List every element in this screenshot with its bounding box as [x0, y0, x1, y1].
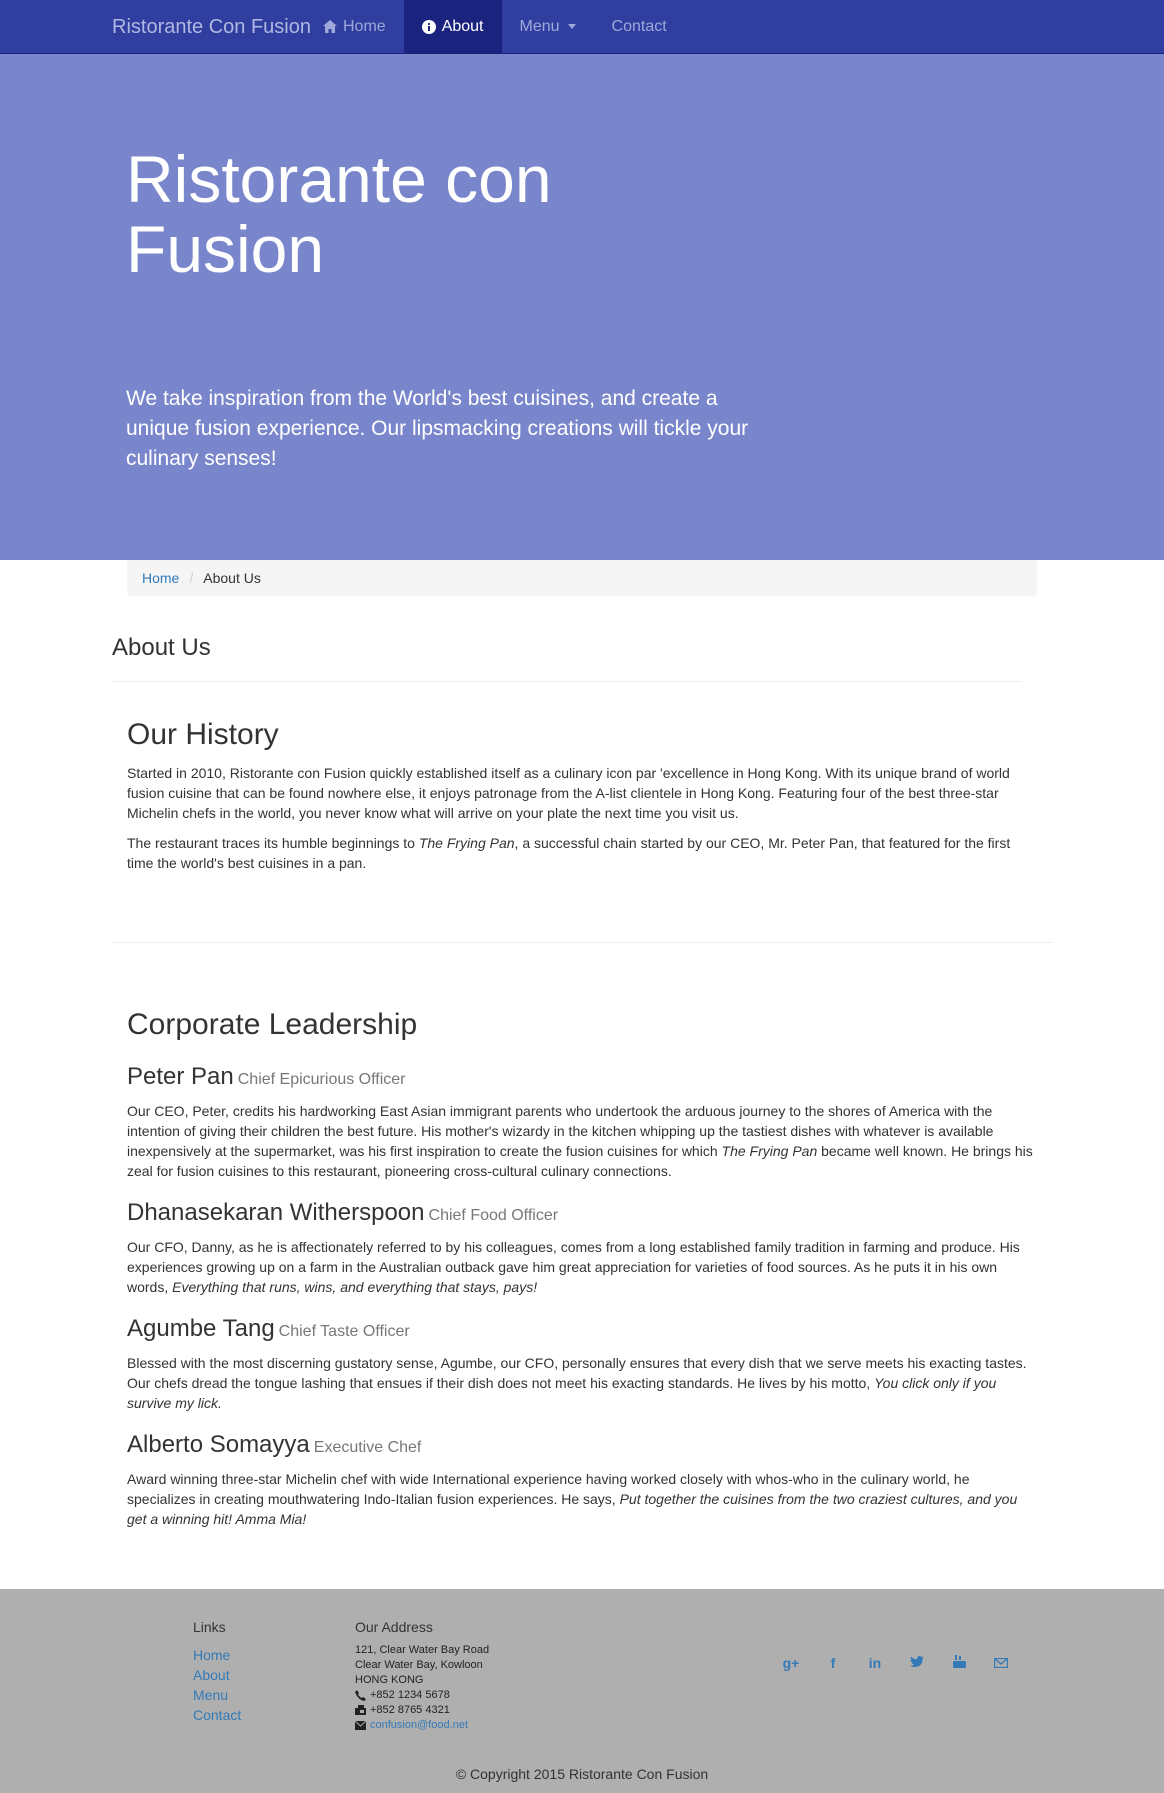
fax-number: +852 8765 4321 [370, 1704, 450, 1716]
youtube-icon[interactable] [938, 1655, 980, 1671]
footer-links-title: Links [193, 1619, 226, 1635]
fax-icon [355, 1705, 366, 1715]
phone-number: +852 1234 5678 [370, 1689, 450, 1701]
envelope-icon [355, 1721, 366, 1730]
phone-icon [355, 1690, 366, 1701]
nav-about-label: About [441, 17, 484, 35]
leader-heading: Dhanasekaran Witherspoon Chief Food Offic… [127, 1199, 558, 1227]
leader-heading: Peter Pan Chief Epicurious Officer [127, 1063, 406, 1091]
leader-role: Chief Epicurious Officer [237, 1071, 406, 1088]
leader-role: Chief Food Officer [428, 1207, 559, 1224]
social-links: g+ f in [770, 1655, 1022, 1671]
nav-contact[interactable]: Contact [594, 0, 685, 53]
leader-name: Alberto Somayya [127, 1431, 310, 1458]
google-plus-icon[interactable]: g+ [770, 1655, 812, 1671]
footer-address: 121, Clear Water Bay Road Clear Water Ba… [355, 1643, 489, 1733]
address-line: HONG KONG [355, 1674, 424, 1686]
divider [112, 942, 1052, 943]
footer-address-title: Our Address [355, 1619, 433, 1635]
address-line: Clear Water Bay, Kowloon [355, 1659, 483, 1671]
nav-menu: Home About Menu Contact [305, 0, 685, 53]
jumbotron-text: We take inspiration from the World's bes… [126, 387, 749, 470]
address-line: 121, Clear Water Bay Road [355, 1644, 490, 1656]
nav-menu-label: Menu [519, 17, 560, 35]
breadcrumb: Home / About Us [127, 560, 1037, 596]
nav-contact-label: Contact [611, 17, 667, 35]
linkedin-icon[interactable]: in [854, 1655, 896, 1671]
leadership-title: Corporate Leadership [127, 1008, 418, 1041]
leader-bio: Our CEO, Peter, credits his hardworking … [127, 1101, 1037, 1181]
footer [0, 1589, 1164, 1793]
divider [112, 681, 1022, 682]
leader-role: Chief Taste Officer [278, 1323, 410, 1340]
leader-heading: Agumbe Tang Chief Taste Officer [127, 1315, 410, 1343]
history-paragraph-2: The restaurant traces its humble beginni… [127, 833, 1037, 873]
nav-menu-dropdown[interactable]: Menu [502, 0, 594, 53]
history-emphasis: The Frying Pan [418, 835, 515, 851]
leader-bio: Award winning three-star Michelin chef w… [127, 1469, 1037, 1529]
leader-heading: Alberto Somayya Executive Chef [127, 1431, 421, 1459]
twitter-icon[interactable] [896, 1655, 938, 1671]
navbar: Ristorante Con Fusion Home About Menu Co… [0, 0, 1164, 54]
leader-bio: Our CFO, Danny, as he is affectionately … [127, 1237, 1037, 1297]
leader-bio: Blessed with the most discerning gustato… [127, 1353, 1037, 1413]
jumbotron-title: Ristorante con Fusion [126, 142, 552, 286]
address-email: confusion@food.net [355, 1718, 489, 1733]
footer-links: Home About Menu Contact [193, 1645, 241, 1725]
caret-down-icon [567, 24, 576, 29]
jumbotron: Ristorante con Fusion We take inspiratio… [0, 54, 1164, 560]
info-icon [421, 19, 436, 34]
address-phone: +852 1234 5678 [355, 1688, 489, 1703]
leader-role: Executive Chef [313, 1439, 422, 1456]
footer-link-contact[interactable]: Contact [193, 1705, 241, 1725]
nav-home[interactable]: Home [305, 0, 404, 53]
navbar-brand[interactable]: Ristorante Con Fusion [112, 16, 311, 39]
nav-about[interactable]: About [403, 0, 502, 53]
footer-link-about[interactable]: About [193, 1665, 241, 1685]
history-text: The restaurant traces its humble beginni… [127, 835, 419, 851]
breadcrumb-current: About Us [203, 570, 261, 586]
breadcrumb-separator: / [189, 570, 194, 586]
footer-link-home[interactable]: Home [193, 1645, 241, 1665]
footer-link-menu[interactable]: Menu [193, 1685, 241, 1705]
address-fax: +852 8765 4321 [355, 1703, 489, 1718]
leader-name: Dhanasekaran Witherspoon [127, 1199, 425, 1226]
leader-bio-emphasis: Everything that runs, wins, and everythi… [172, 1279, 538, 1295]
breadcrumb-home-link[interactable]: Home [142, 570, 179, 586]
home-icon [323, 20, 337, 33]
history-title: Our History [127, 718, 279, 751]
page-title: About Us [112, 634, 211, 661]
copyright: © Copyright 2015 Ristorante Con Fusion [455, 1766, 709, 1782]
leader-name: Agumbe Tang [127, 1315, 275, 1342]
nav-home-label: Home [343, 17, 386, 35]
history-paragraph-1: Started in 2010, Ristorante con Fusion q… [127, 765, 1010, 821]
leader-name: Peter Pan [127, 1063, 234, 1090]
facebook-icon[interactable]: f [812, 1655, 854, 1671]
email-link[interactable]: confusion@food.net [370, 1718, 468, 1733]
leader-bio-emphasis: The Frying Pan [721, 1143, 818, 1159]
mail-icon[interactable] [980, 1655, 1022, 1671]
